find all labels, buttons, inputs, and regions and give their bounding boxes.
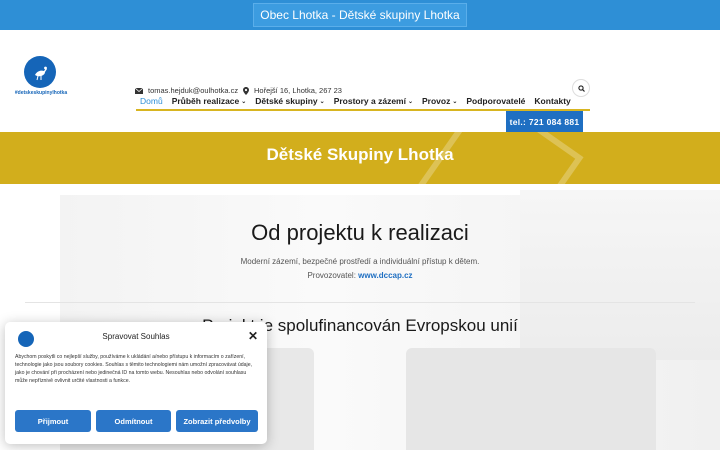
hero-heading: Od projektu k realizaci — [251, 220, 469, 245]
content-card — [406, 348, 656, 450]
nav-item-prostory[interactable]: Prostory a zázemí ⌄ — [334, 96, 413, 106]
nav-item-kontakty[interactable]: Kontakty — [534, 96, 570, 106]
chevron-down-icon: ⌄ — [407, 98, 413, 105]
contact-address: Hořejší 16, Lhotka, 267 23 — [243, 86, 342, 95]
nav-item-prubeh-realizace[interactable]: Průběh realizace ⌄ — [172, 96, 247, 106]
chevron-down-icon: ⌄ — [241, 98, 247, 105]
email-text: tomas.hejduk@oulhotka.cz — [148, 86, 239, 95]
operator-line: Provozovatel: www.dccap.cz — [0, 271, 720, 280]
logo[interactable]: #detskeskupinylhotka — [14, 56, 68, 102]
nav-item-detske-skupiny[interactable]: Dětské skupiny ⌄ — [255, 96, 324, 106]
preferences-button[interactable]: Zobrazit předvolby — [176, 410, 258, 432]
operator-label: Provozovatel: — [307, 271, 356, 280]
envelope-icon — [135, 87, 143, 94]
search-button[interactable] — [572, 79, 590, 97]
nav-item-podporovatele[interactable]: Podporovatelé — [466, 96, 525, 106]
accept-button[interactable]: Přijmout — [15, 410, 91, 432]
address-text: Hořejší 16, Lhotka, 267 23 — [254, 86, 342, 95]
chevron-down-icon: ⌄ — [452, 98, 458, 105]
cookie-text: Abychom poskytli co nejlepší služby, pou… — [15, 354, 253, 385]
page-banner: Dětské Skupiny Lhotka — [0, 132, 720, 184]
main-nav: Domů Průběh realizace ⌄ Dětské skupiny ⌄ P… — [140, 96, 580, 106]
deny-button[interactable]: Odmítnout — [96, 410, 171, 432]
cookie-consent-dialog: Spravovat Souhlas ✕ Abychom poskytli co … — [5, 322, 267, 444]
stork-icon — [24, 56, 56, 88]
header: #detskeskupinylhotka tomas.hejduk@oulhot… — [0, 30, 720, 132]
nav-item-home[interactable]: Domů — [140, 96, 163, 106]
section-divider — [25, 302, 695, 303]
chevron-down-icon: ⌄ — [319, 98, 325, 105]
search-icon — [577, 84, 585, 92]
operator-link[interactable]: www.dccap.cz — [358, 271, 412, 280]
logo-text: #detskeskupinylhotka — [14, 90, 68, 96]
phone-button[interactable]: tel.: 721 084 881 — [506, 111, 583, 132]
top-bar: Obec Lhotka - Dětské skupiny Lhotka — [0, 0, 720, 30]
page-title: Dětské Skupiny Lhotka — [266, 145, 454, 164]
cookie-title: Spravovat Souhlas — [102, 332, 170, 341]
map-pin-icon — [243, 86, 249, 95]
close-icon[interactable]: ✕ — [248, 329, 258, 343]
hero-subtitle: Moderní zázemí, bezpečné prostředí a ind… — [240, 257, 480, 266]
contact-email[interactable]: tomas.hejduk@oulhotka.cz — [135, 86, 238, 95]
site-title[interactable]: Obec Lhotka - Dětské skupiny Lhotka — [253, 3, 467, 27]
nav-item-provoz[interactable]: Provoz ⌄ — [422, 96, 457, 106]
